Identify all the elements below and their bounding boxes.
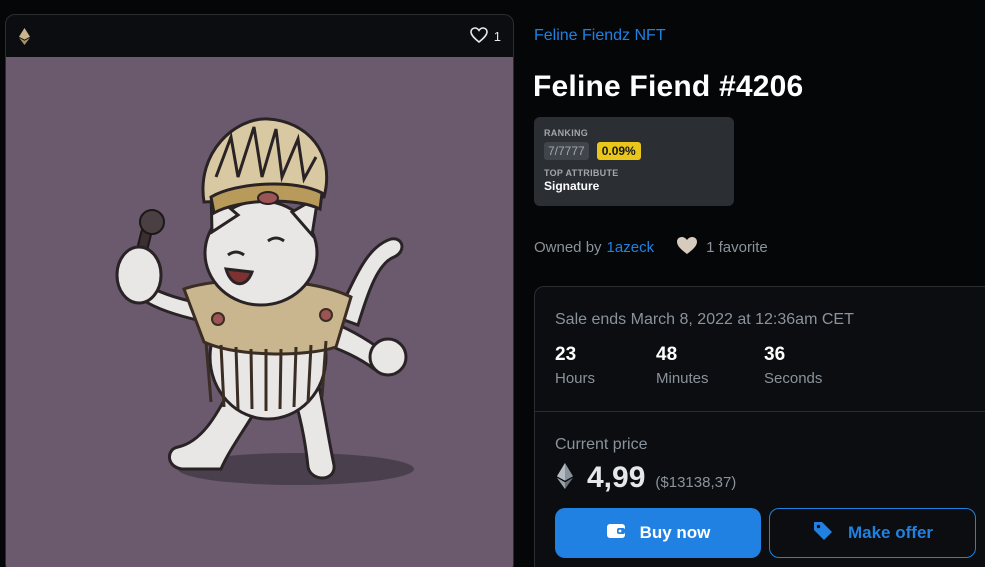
ranking-box: RANKING 7/7777 0.09% TOP ATTRIBUTE Signa… xyxy=(534,117,734,206)
card-header: 1 xyxy=(6,15,513,57)
countdown-unit: Seconds xyxy=(764,370,823,387)
favorite-count: 1 xyxy=(493,28,501,44)
item-title: Feline Fiend #4206 xyxy=(533,70,804,103)
nft-artwork xyxy=(6,57,513,567)
favorites-label: 1 favorite xyxy=(706,239,768,256)
owned-by-label: Owned by xyxy=(534,239,602,256)
owner-row: Owned by 1azeck 1 favorite xyxy=(534,236,768,259)
countdown-minutes: 48 Minutes xyxy=(656,344,764,387)
owner-link[interactable]: 1azeck xyxy=(607,239,655,256)
make-offer-button[interactable]: Make offer xyxy=(769,508,976,558)
countdown-unit: Hours xyxy=(555,370,596,387)
favorites-count: 1 favorite xyxy=(676,236,768,259)
sale-ends-text: Sale ends March 8, 2022 at 12:36am CET xyxy=(555,311,854,328)
favorite-button[interactable]: 1 xyxy=(469,26,501,46)
ranking-percent-badge: 0.09% xyxy=(596,142,641,160)
price-value: 4,99 xyxy=(587,461,646,494)
buy-now-label: Buy now xyxy=(639,523,711,542)
heart-icon xyxy=(676,236,698,259)
top-attribute-label: TOP ATTRIBUTE xyxy=(544,168,619,178)
sale-panel: Sale ends March 8, 2022 at 12:36am CET 2… xyxy=(534,286,985,567)
price-fiat: ($13138,37) xyxy=(655,473,737,491)
wallet-icon xyxy=(606,522,626,545)
price-row: 4,99 ($13138,37) xyxy=(557,461,736,495)
make-offer-label: Make offer xyxy=(847,523,934,542)
countdown-value: 48 xyxy=(656,344,678,365)
tag-icon xyxy=(812,520,834,547)
ranking-row: 7/7777 0.09% xyxy=(544,142,724,160)
collection-link[interactable]: Feline Fiendz NFT xyxy=(534,27,666,45)
heart-icon xyxy=(469,26,488,46)
ranking-label: RANKING xyxy=(544,128,589,138)
ranking-value: 7/7777 xyxy=(544,142,589,160)
countdown-value: 36 xyxy=(764,344,786,365)
current-price-label: Current price xyxy=(555,436,648,453)
countdown-hours: 23 Hours xyxy=(555,344,656,387)
ethereum-icon xyxy=(18,27,30,45)
countdown-unit: Minutes xyxy=(656,370,709,387)
buy-now-button[interactable]: Buy now xyxy=(555,508,761,558)
top-attribute-value: Signature xyxy=(544,179,600,193)
divider xyxy=(535,411,985,412)
ethereum-icon xyxy=(557,462,573,494)
nft-image-card: 1 xyxy=(5,14,514,567)
countdown-value: 23 xyxy=(555,344,577,365)
countdown-seconds: 36 Seconds xyxy=(764,344,865,387)
countdown-timer: 23 Hours 48 Minutes 36 Seconds xyxy=(555,344,865,387)
